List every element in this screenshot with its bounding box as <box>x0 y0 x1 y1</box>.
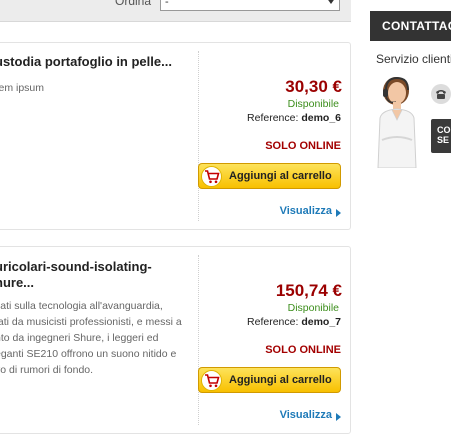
add-to-cart-label: Aggiungi al carrello <box>229 374 332 386</box>
online-only-badge: SOLO ONLINE <box>265 140 341 152</box>
description-line: vo di rumori di fondo. <box>0 364 94 376</box>
customer-service-operator-image <box>377 76 417 168</box>
reference-value: demo_7 <box>301 316 341 328</box>
product-description: sati sulla tecnologia all'avanguardia, t… <box>0 298 191 378</box>
chevron-right-icon <box>336 413 341 421</box>
customer-service-label: Servizio clienti <box>376 52 451 66</box>
product-price: 150,74 € <box>275 281 342 300</box>
reference-value: demo_6 <box>301 112 341 124</box>
reference-label: Reference: <box>247 112 299 124</box>
sort-selected-value: - <box>165 0 169 8</box>
product-description: rem ipsum <box>0 82 45 94</box>
phone-icon <box>431 84 451 104</box>
product-title-line: uricolari-sound-isolating- <box>0 259 152 274</box>
contact-button[interactable]: CO SE <box>431 119 451 153</box>
card-divider <box>198 255 199 425</box>
shopping-cart-icon <box>201 370 222 391</box>
online-only-badge: SOLO ONLINE <box>265 344 341 356</box>
sort-label: Ordina <box>115 0 152 8</box>
add-to-cart-label: Aggiungi al carrello <box>229 170 332 182</box>
product-reference: Reference: demo_6 <box>247 112 341 124</box>
availability-label: Disponibile <box>287 98 339 110</box>
chevron-right-icon <box>336 209 341 217</box>
product-card: uricolari-sound-isolating- hure... sati … <box>0 246 351 434</box>
contact-header: CONTATTACI <box>370 11 451 41</box>
add-to-cart-button[interactable]: Aggiungi al carrello <box>198 367 341 393</box>
description-line: nto da ingegneri Shure, i leggeri ed <box>0 332 159 344</box>
contact-button-line: CO <box>437 125 451 135</box>
product-title[interactable]: uricolari-sound-isolating- hure... <box>0 259 185 291</box>
sort-bar: Ordina - <box>0 0 351 22</box>
add-to-cart-button[interactable]: Aggiungi al carrello <box>198 163 341 189</box>
contact-button-label: CO SE <box>437 125 451 145</box>
dropdown-arrow-icon <box>326 0 336 4</box>
sort-select[interactable]: - <box>160 0 340 11</box>
reference-label: Reference: <box>247 316 299 328</box>
view-link[interactable]: Visualizza <box>280 205 332 217</box>
product-title[interactable]: ustodia portafoglio in pelle... <box>0 54 185 70</box>
product-price: 30,30 € <box>285 77 342 96</box>
product-card: ustodia portafoglio in pelle... rem ipsu… <box>0 42 351 230</box>
description-line: sati sulla tecnologia all'avanguardia, <box>0 300 163 312</box>
availability-label: Disponibile <box>287 302 339 314</box>
description-line: tati da musicisti professionisti, e mess… <box>0 316 182 328</box>
contact-button-line: SE <box>437 135 450 145</box>
product-reference: Reference: demo_7 <box>247 316 341 328</box>
view-link[interactable]: Visualizza <box>280 409 332 421</box>
description-line: eganti SE210 offrono un suono nitido e <box>0 348 177 360</box>
contact-header-title: CONTATTACI <box>382 19 451 33</box>
product-title-line: hure... <box>0 275 35 290</box>
shopping-cart-icon <box>201 166 222 187</box>
card-divider <box>198 51 199 221</box>
